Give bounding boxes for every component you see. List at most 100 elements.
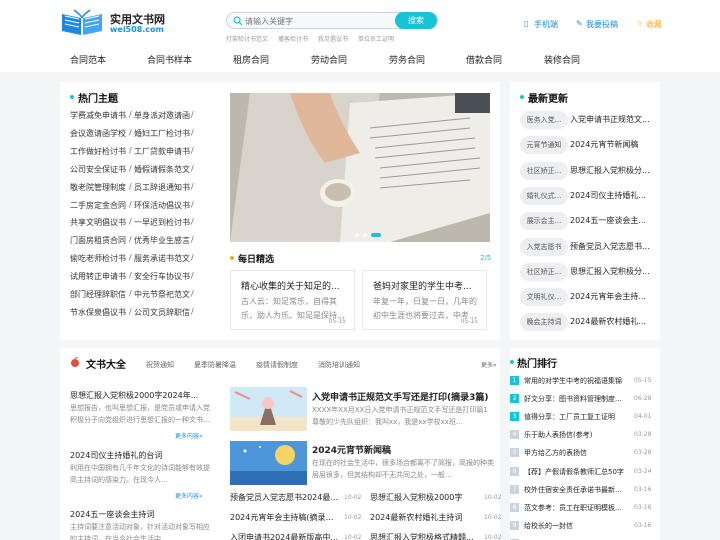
topic-link[interactable]: 门面房租赁合同 [70, 235, 126, 246]
tab-epidemic-leave[interactable]: 疫情请假制度 [256, 360, 298, 370]
nav-item-labor[interactable]: 劳动合同 [311, 53, 347, 66]
featured-thumb-1[interactable] [230, 387, 307, 431]
rank-item-title[interactable]: 值得分享：工厂员工复工证明 [524, 412, 628, 422]
topic-link[interactable]: 员工辞退通知书 [134, 182, 190, 193]
featured-slider[interactable] [230, 93, 490, 242]
grid-item-title[interactable]: 思想汇报入党积极2000字 [370, 492, 480, 503]
latest-tag[interactable]: 元宵节通知 [520, 136, 568, 155]
article-title-1[interactable]: 思想汇报入党积极2000字2024年... [70, 390, 220, 401]
daily-pick-title[interactable]: 爸妈对家里的学生中考... [373, 279, 481, 292]
latest-item-title[interactable]: 2024五一座谈会主... [570, 215, 656, 226]
latest-tag[interactable]: 医务入党... [520, 111, 568, 129]
mobile-link[interactable]: 手机端 [534, 19, 558, 30]
article-more-1[interactable]: 更多内容» [175, 431, 203, 440]
topic-link[interactable]: 会议邀请函学校 [70, 128, 126, 139]
latest-item-title[interactable]: 2024司仪主持婚礼... [570, 190, 656, 201]
topic-link[interactable]: 二手房定金合同 [70, 200, 126, 211]
grid-item-title[interactable]: 2024最新农村婚礼主持词 [370, 512, 480, 523]
nav-item-rental[interactable]: 租房合同 [233, 53, 269, 66]
book-logo-icon[interactable] [60, 8, 104, 36]
slider-dot-1[interactable] [355, 233, 359, 237]
topic-link[interactable]: 共享文明倡议书 [70, 217, 126, 228]
hot-keyword-1[interactable]: 打架检讨书范文 [226, 34, 268, 43]
latest-item-title[interactable]: 入党申请书正规范文... [570, 114, 656, 125]
slider-photo [230, 93, 490, 242]
latest-tag[interactable]: 文明礼仪... [520, 288, 568, 307]
latest-item-title[interactable]: 2024最新农村婚礼... [570, 316, 656, 327]
grid-item-title[interactable]: 入团申请书2024最新版高中... [230, 532, 340, 540]
topic-link[interactable]: 工作做好检讨书 [70, 146, 126, 157]
latest-tag[interactable]: 展示会主... [520, 212, 568, 231]
topic-link[interactable]: 婚妇工厂检讨书 [134, 128, 190, 139]
rank-item-title[interactable]: 甲方给乙方的表扬信 [524, 448, 628, 458]
topic-link[interactable]: 偷吃老师检讨书 [70, 253, 126, 264]
topic-link[interactable]: 公司安全保证书 [70, 164, 126, 175]
latest-tag[interactable]: 社区矫正... [520, 262, 568, 281]
rank-item-title[interactable]: 乐于助人表扬信(参考) [524, 430, 628, 440]
nav-item-contract-template[interactable]: 合同范本 [70, 53, 106, 66]
rank-item-title[interactable]: 【荐】产假请假条教师汇总50字 [524, 467, 628, 477]
tab-fire-training[interactable]: 消防培训通知 [318, 360, 360, 370]
latest-tag[interactable]: 社区矫正... [520, 161, 568, 180]
hot-keyword-4[interactable]: 单位员工证明 [358, 34, 394, 43]
tab-congrats-notice[interactable]: 祝贺通知 [146, 360, 174, 370]
library-more-link[interactable]: 更多» [481, 360, 497, 369]
nav-item-service[interactable]: 劳务合同 [389, 53, 425, 66]
latest-tag[interactable]: 入党志愿书 [520, 237, 568, 256]
featured-thumb-2[interactable] [230, 441, 307, 485]
nav-item-loan[interactable]: 借款合同 [466, 53, 502, 66]
topic-link[interactable]: 一早迟到检讨书 [134, 217, 190, 228]
topic-link[interactable]: 优秀毕业生感言 [134, 235, 190, 246]
latest-item-title[interactable]: 思想汇报入党积极分... [570, 266, 656, 277]
search-input[interactable] [245, 14, 395, 28]
rank-item-title[interactable]: 校外住宿安全责任承诺书最新... [524, 485, 628, 495]
topic-link[interactable]: 学费减免申请书 [70, 110, 126, 121]
latest-tag[interactable]: 晚会主持词 [520, 313, 568, 332]
tab-summer-heat[interactable]: 夏季防暑降温 [194, 360, 236, 370]
slider-dot-2[interactable] [363, 233, 367, 237]
topic-link[interactable]: 环保活动倡议书 [134, 200, 190, 211]
contribute-link[interactable]: 我要投稿 [586, 19, 618, 30]
topic-link[interactable]: 服务承诺书范文 [134, 253, 190, 264]
favorite-link[interactable]: 收藏 [646, 19, 662, 30]
grid-item-title[interactable]: 预备党员入党志愿书2024最... [230, 492, 340, 503]
topic-link[interactable]: 部门经理辞职信 [70, 289, 126, 300]
featured-title-1[interactable]: 入党申请书正规范文手写还是打印(摘录3篇) [312, 390, 494, 403]
grid-item-title[interactable]: 2024元宵年会主持稿(摘录十... [230, 512, 340, 523]
daily-pick-card-2[interactable]: 爸妈对家里的学生中考... 年复一年，日复一日，几年的初中生涯也将要过去，中考.… [362, 270, 487, 330]
article-more-2[interactable]: 更多内容» [175, 491, 203, 500]
daily-pick-title[interactable]: 精心收集的关于知足的... [241, 279, 349, 292]
ranking-dot-icon [510, 360, 514, 364]
topic-link[interactable]: 节水保泉倡议书 [70, 307, 126, 318]
daily-pick-card-1[interactable]: 精心收集的关于知足的... 古人云：知足常乐，自得其乐，助人为乐。知足是保持..… [230, 270, 355, 330]
hot-keyword-2[interactable]: 播客检讨书 [278, 34, 308, 43]
latest-item-title[interactable]: 2024元宵节新闻稿 [570, 139, 656, 150]
nav-item-contract-sample[interactable]: 合同书样本 [147, 53, 192, 66]
hot-keyword-3[interactable]: 我见倡议书 [318, 34, 348, 43]
site-domain[interactable]: wei508.com [110, 25, 164, 34]
topic-link[interactable]: 工厂贷款申请书 [134, 146, 190, 157]
article-title-2[interactable]: 2024司仪主持婚礼的台词 [70, 450, 220, 461]
search-button[interactable]: 搜索 [395, 12, 437, 29]
grid-item-title[interactable]: 思想汇报入党积极格式精髓... [370, 532, 480, 540]
topic-link[interactable]: 公司文员辞职信 [134, 307, 190, 318]
rank-item-title[interactable]: 好文分享：图书资料管理制度... [524, 394, 628, 404]
latest-tag[interactable]: 婚礼仪式... [520, 186, 568, 205]
topic-link[interactable]: 试用转正申请书 [70, 271, 126, 282]
latest-item-title[interactable]: 思想汇报入党积极分... [570, 165, 656, 176]
topic-link[interactable]: 安全行车协议书 [134, 271, 190, 282]
topic-link[interactable]: 单身派对邀请函 [134, 110, 190, 121]
topic-link[interactable]: 敬老院管理制度 [70, 182, 126, 193]
topic-link[interactable]: 中元节祭祀范文 [134, 289, 190, 300]
rank-item-title[interactable]: 给校长的一封信 [524, 521, 628, 531]
rank-item-title[interactable]: 常用的对学生中考的祝福语集锦 [524, 376, 628, 386]
latest-item-title[interactable]: 预备党员入党志愿书... [570, 241, 656, 252]
featured-title-2[interactable]: 2024元宵节新闻稿 [312, 443, 494, 456]
article-title-3[interactable]: 2024五一座谈会主持词 [70, 509, 220, 520]
rank-item-title[interactable]: 范文参考：员工在职证明模板... [524, 503, 628, 513]
topic-link[interactable]: 婚假请假条范文 [134, 164, 190, 175]
nav-item-decoration[interactable]: 装修合同 [544, 53, 580, 66]
latest-item-title[interactable]: 2024元宵年会主持... [570, 291, 656, 302]
daily-picks-pager[interactable]: 2/5 [480, 254, 491, 262]
slider-dot-active[interactable] [371, 233, 381, 237]
